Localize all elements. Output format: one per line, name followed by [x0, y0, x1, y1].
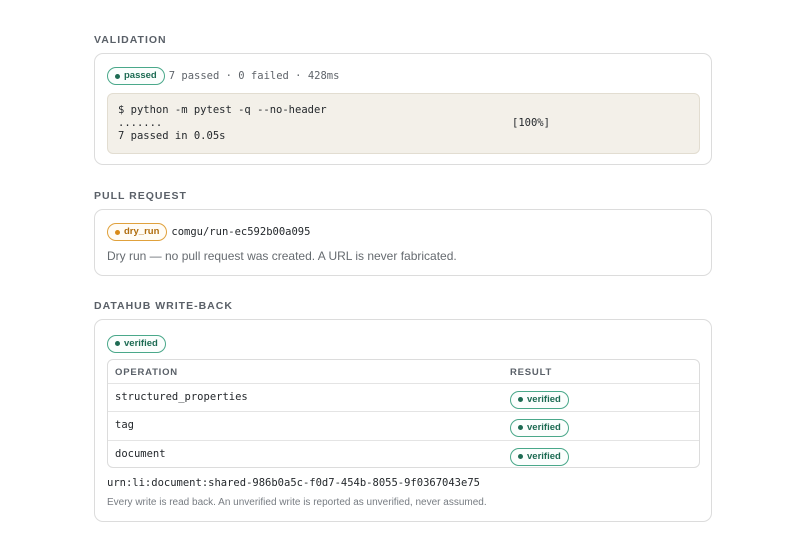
result-badge: verified: [510, 418, 569, 437]
status-dot-icon: [518, 397, 523, 402]
datahub-status-label: verified: [124, 337, 158, 349]
write-back-table: OPERATION RESULT structured_properties v…: [107, 359, 700, 468]
document-urn: urn:li:document:shared-986b0a5c-f0d7-454…: [107, 477, 480, 489]
write-back-note: Every write is read back. An unverified …: [107, 497, 487, 508]
result-label: verified: [527, 450, 561, 462]
column-header-result: RESULT: [510, 367, 553, 378]
status-dot-icon: [518, 425, 523, 430]
result-badge: verified: [510, 390, 569, 409]
pull-request-status-label: dry_run: [124, 226, 160, 238]
table-row: tag verified: [108, 411, 699, 440]
terminal-command: $ python -m pytest -q --no-header: [118, 104, 327, 116]
validation-status-label: passed: [124, 70, 157, 82]
result-label: verified: [527, 421, 561, 433]
table-row: structured_properties verified: [108, 383, 699, 412]
datahub-card: verified OPERATION RESULT structured_pro…: [94, 319, 712, 522]
pull-request-status-badge: dry_run: [107, 223, 168, 241]
validation-section-title: VALIDATION: [94, 34, 167, 46]
pull-request-card: dry_run comgu/run-ec592b00a095 Dry run —…: [94, 209, 712, 276]
dry-run-message: Dry run — no pull request was created. A…: [107, 249, 457, 263]
status-dot-icon: [115, 341, 120, 346]
pytest-output-terminal: $ python -m pytest -q --no-header ......…: [107, 93, 700, 154]
terminal-percent: [100%]: [512, 117, 550, 129]
result-badge: verified: [510, 447, 569, 466]
status-dot-icon: [115, 229, 120, 235]
result-label: verified: [527, 393, 561, 405]
terminal-progress: .......: [118, 117, 163, 129]
validation-status-badge: passed: [107, 67, 165, 85]
datahub-status-badge: verified: [107, 334, 166, 353]
datahub-section-title: DATAHUB WRITE-BACK: [94, 300, 233, 312]
operation-cell: document: [115, 448, 166, 460]
table-row: document verified: [108, 440, 699, 467]
column-header-operation: OPERATION: [115, 367, 178, 378]
branch-name: comgu/run-ec592b00a095: [171, 226, 311, 238]
operation-cell: tag: [115, 419, 134, 431]
validation-card: passed 7 passed · 0 failed · 428ms $ pyt…: [94, 53, 712, 165]
operation-cell: structured_properties: [115, 391, 248, 403]
pull-request-section-title: PULL REQUEST: [94, 190, 187, 202]
status-dot-icon: [518, 454, 523, 459]
validation-summary: 7 passed · 0 failed · 428ms: [168, 70, 340, 82]
terminal-result: 7 passed in 0.05s: [118, 130, 226, 142]
status-dot-icon: [115, 73, 120, 79]
